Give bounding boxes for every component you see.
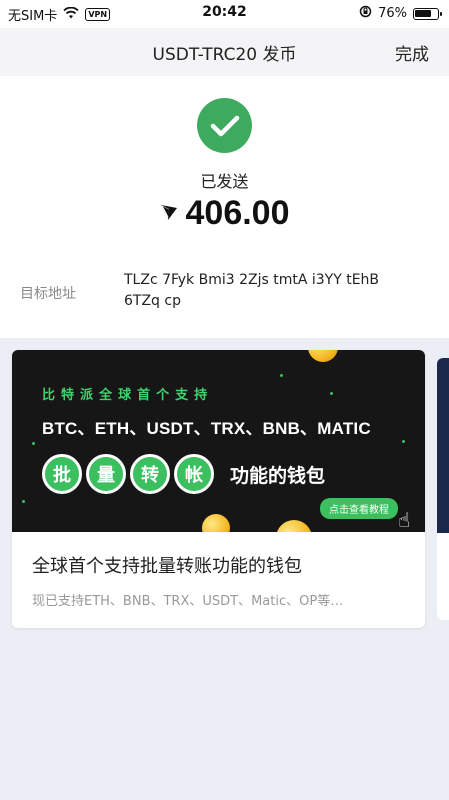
slogan-char: 派 bbox=[80, 388, 94, 403]
amount-row: 406.00 bbox=[0, 194, 449, 233]
transfer-result: 已发送 406.00 目标地址 TLZc 7Fyk Bmi3 2Zjs tmtA… bbox=[0, 76, 449, 338]
batch-char-bubble: 转 bbox=[130, 454, 170, 494]
slogan-char: 比 bbox=[42, 388, 56, 403]
batch-char-bubble: 帐 bbox=[174, 454, 214, 494]
address-line-2: 6TZq cp bbox=[124, 293, 181, 309]
pointing-hand-icon: ☝ bbox=[398, 508, 411, 532]
status-bar: 无SIM卡 VPN 20:42 76% bbox=[0, 0, 449, 28]
battery-percent: 76% bbox=[378, 6, 407, 21]
slogan-char: 持 bbox=[194, 388, 208, 403]
page-title: USDT-TRC20 发币 bbox=[152, 45, 297, 65]
batch-char-bubble: 批 bbox=[42, 454, 82, 494]
success-check-icon bbox=[197, 98, 252, 153]
address-label: 目标地址 bbox=[20, 286, 76, 302]
batch-transfer-headline: 批 量 转 帐 功能的钱包 bbox=[42, 454, 325, 494]
slogan-char: 特 bbox=[61, 388, 75, 403]
tron-icon bbox=[160, 203, 178, 225]
tutorial-button[interactable]: 点击查看教程 bbox=[320, 498, 398, 519]
sparkle-dot bbox=[402, 440, 405, 443]
nav-bar: USDT-TRC20 发币 完成 bbox=[0, 28, 449, 76]
sparkle-dot bbox=[280, 374, 283, 377]
batch-suffix-text: 功能的钱包 bbox=[230, 464, 326, 487]
send-status: 已发送 bbox=[200, 172, 249, 191]
sparkle-dot bbox=[32, 442, 35, 445]
battery-icon bbox=[413, 7, 442, 20]
slogan-char: 支 bbox=[175, 388, 189, 403]
rotation-lock-icon bbox=[359, 5, 372, 22]
address-line-1: TLZc 7Fyk Bmi3 2Zjs tmtA i3YY tEhB bbox=[124, 272, 380, 288]
done-button[interactable]: 完成 bbox=[395, 40, 429, 65]
card-description: 现已支持ETH、BNB、TRX、USDT、Matic、OP等… bbox=[32, 594, 344, 609]
slogan-char: 球 bbox=[118, 388, 132, 403]
slogan-char: 全 bbox=[99, 388, 113, 403]
coin-decoration bbox=[276, 520, 312, 532]
coin-decoration bbox=[202, 514, 230, 532]
sparkle-dot bbox=[22, 500, 25, 503]
status-right: 76% bbox=[359, 5, 442, 22]
amount-value: 406.00 bbox=[185, 194, 290, 232]
coin-decoration bbox=[308, 350, 338, 362]
address-value: TLZc 7Fyk Bmi3 2Zjs tmtA i3YY tEhB 6TZq … bbox=[124, 270, 424, 312]
slogan-char: 首 bbox=[137, 388, 151, 403]
supported-coins-text: BTC、ETH、USDT、TRX、BNB、MATIC bbox=[42, 419, 371, 438]
card-title: 全球首个支持批量转账功能的钱包 bbox=[32, 556, 302, 577]
banner-slogan: 比 特 派 全 球 首 个 支 持 bbox=[42, 384, 207, 403]
promo-banner: 比 特 派 全 球 首 个 支 持 BTC、ETH、USDT、TRX、BNB、M… bbox=[12, 350, 425, 532]
sparkle-dot bbox=[330, 392, 333, 395]
next-card-peek[interactable] bbox=[437, 358, 449, 620]
slogan-char: 个 bbox=[156, 388, 170, 403]
promo-card[interactable]: 比 特 派 全 球 首 个 支 持 BTC、ETH、USDT、TRX、BNB、M… bbox=[12, 350, 425, 628]
batch-char-bubble: 量 bbox=[86, 454, 126, 494]
